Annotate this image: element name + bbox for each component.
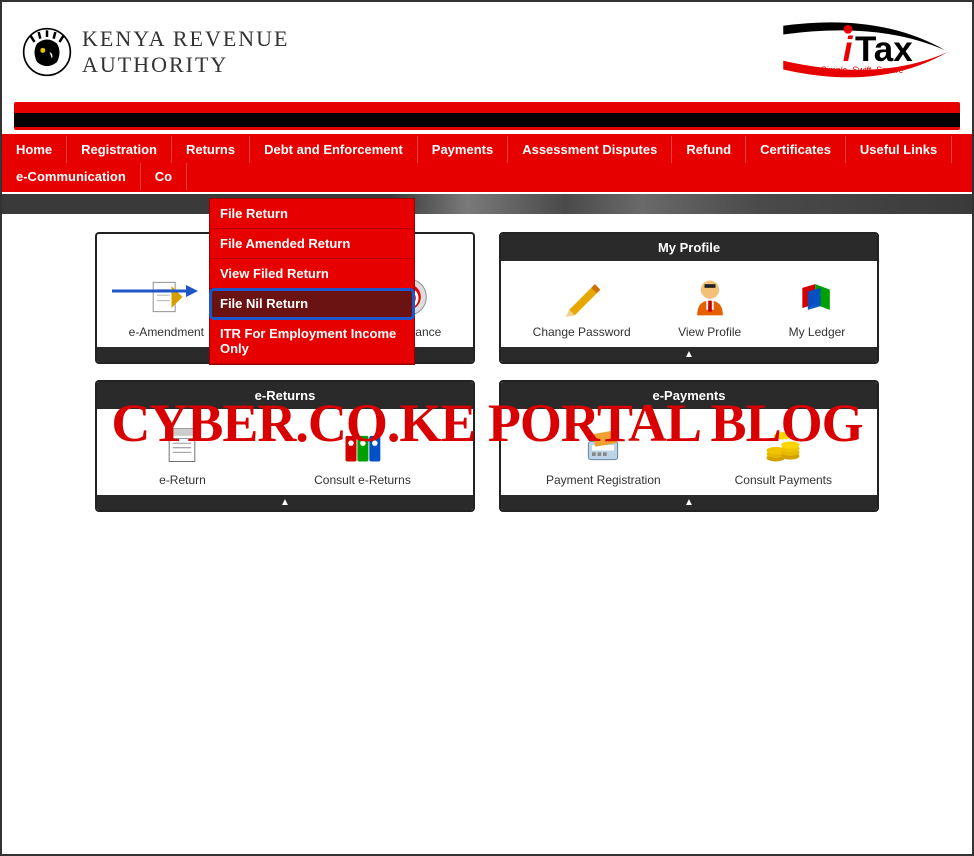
tile-my-ledger[interactable]: My Ledger — [789, 275, 846, 339]
tile-ereturn[interactable]: e-Return — [159, 423, 206, 487]
lion-icon — [22, 27, 72, 77]
card-header-epayments: e-Payments — [501, 382, 877, 409]
avatar-icon — [688, 275, 732, 319]
menu-refund[interactable]: Refund — [672, 136, 746, 163]
menu-ecommunication[interactable]: e-Communication — [2, 163, 141, 190]
tile-consult-ereturns[interactable]: Consult e-Returns — [314, 423, 411, 487]
svg-text:Tax: Tax — [855, 30, 913, 69]
page-header: KENYA REVENUE AUTHORITY i Tax Simple, Sw… — [2, 2, 972, 102]
dropdown-file-nil-return[interactable]: File Nil Return — [210, 289, 414, 319]
card-footer-arrow[interactable]: ▲ — [97, 495, 473, 510]
tile-label: e-Amendment — [129, 325, 204, 339]
coins-icon — [761, 423, 805, 467]
card-ereturns: e-Returns e-Return Consult e-Returns ▲ — [95, 380, 475, 512]
menu-home[interactable]: Home — [2, 136, 67, 163]
org-name-line2: AUTHORITY — [82, 52, 290, 78]
menu-truncated[interactable]: Co — [141, 163, 187, 190]
dropdown-view-filed-return[interactable]: View Filed Return — [210, 259, 414, 289]
tile-label: Change Password — [533, 325, 631, 339]
svg-text:i: i — [843, 30, 854, 69]
books-icon — [795, 275, 839, 319]
org-name-line1: KENYA REVENUE — [82, 26, 290, 52]
folders-icon — [340, 423, 384, 467]
card-header-ereturns: e-Returns — [97, 382, 473, 409]
menu-assessment-disputes[interactable]: Assessment Disputes — [508, 136, 672, 163]
sub-header-bar — [2, 194, 972, 214]
dropdown-itr-employment[interactable]: ITR For Employment Income Only — [210, 319, 414, 364]
tile-view-profile[interactable]: View Profile — [678, 275, 741, 339]
card-machine-icon — [581, 423, 625, 467]
tile-label: View Profile — [678, 325, 741, 339]
tile-payment-registration[interactable]: Payment Registration — [546, 423, 661, 487]
menu-returns[interactable]: Returns — [172, 136, 250, 163]
svg-text:Simple, Swift, Secure: Simple, Swift, Secure — [820, 65, 903, 75]
dropdown-file-return[interactable]: File Return — [210, 199, 414, 229]
card-epayments: e-Payments Payment Registration Consult … — [499, 380, 879, 512]
dashboard: e-Registration e-Amendment e-Cancellatio… — [2, 232, 972, 512]
menu-certificates[interactable]: Certificates — [746, 136, 846, 163]
card-footer-arrow[interactable]: ▲ — [501, 347, 877, 362]
tile-label: My Ledger — [789, 325, 846, 339]
card-footer-arrow[interactable]: ▲ — [501, 495, 877, 510]
menu-debt-enforcement[interactable]: Debt and Enforcement — [250, 136, 418, 163]
annotation-arrow-icon — [110, 281, 200, 301]
menu-useful-links[interactable]: Useful Links — [846, 136, 952, 163]
itax-logo: i Tax Simple, Swift, Secure — [772, 17, 952, 87]
tile-label: Payment Registration — [546, 473, 661, 487]
tile-consult-payments[interactable]: Consult Payments — [735, 423, 832, 487]
tile-change-password[interactable]: Change Password — [533, 275, 631, 339]
header-divider — [14, 102, 960, 130]
tile-label: Consult e-Returns — [314, 473, 411, 487]
tile-label: e-Return — [159, 473, 206, 487]
kra-logo: KENYA REVENUE AUTHORITY — [22, 26, 290, 78]
main-menu: Home Registration Returns Debt and Enfor… — [2, 134, 972, 192]
returns-dropdown: File Return File Amended Return View Fil… — [209, 198, 415, 365]
form-icon — [160, 423, 204, 467]
menu-registration[interactable]: Registration — [67, 136, 172, 163]
pencil-icon — [560, 275, 604, 319]
card-header-myprofile: My Profile — [501, 234, 877, 261]
tile-label: Consult Payments — [735, 473, 832, 487]
dropdown-file-amended-return[interactable]: File Amended Return — [210, 229, 414, 259]
menu-payments[interactable]: Payments — [418, 136, 508, 163]
card-myprofile: My Profile Change Password View Profile — [499, 232, 879, 364]
